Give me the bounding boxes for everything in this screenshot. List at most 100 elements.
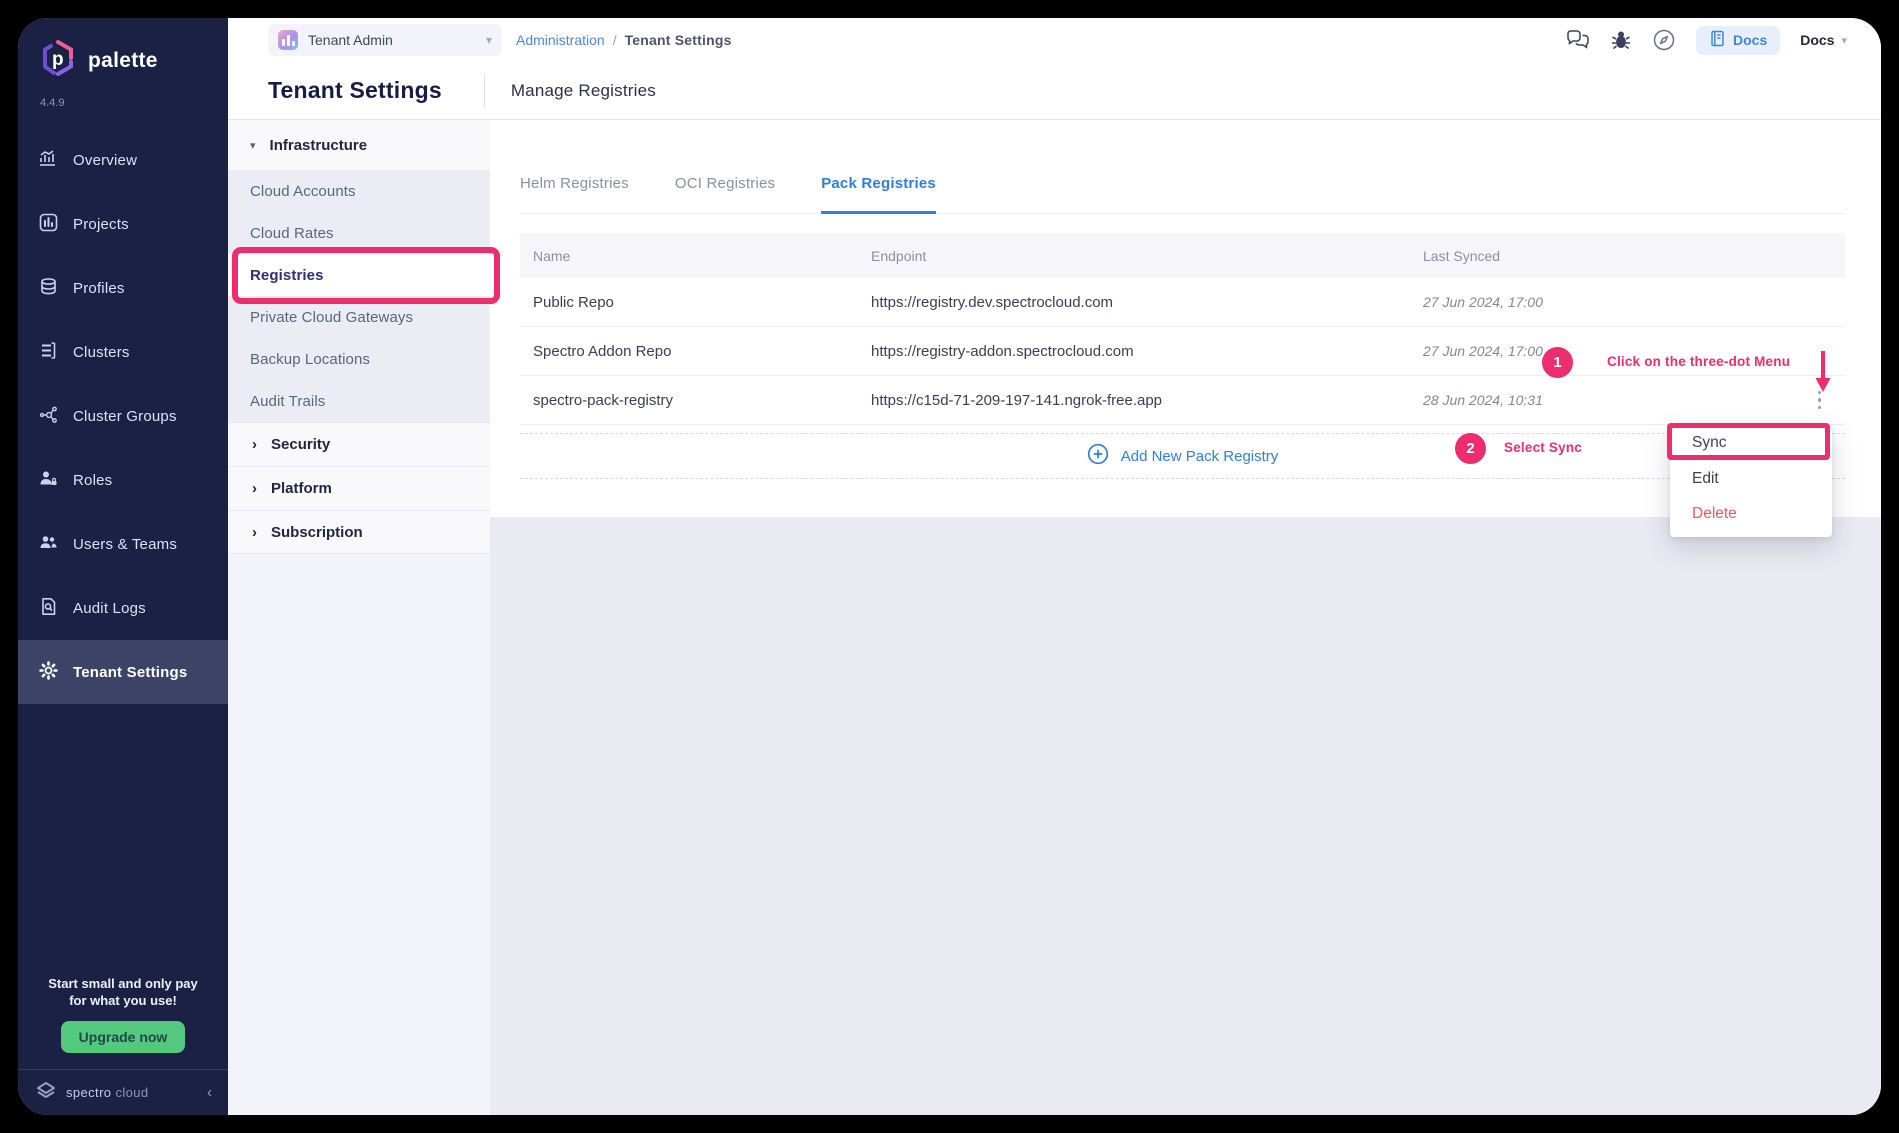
sidebar-item-tenant-settings[interactable]: Tenant Settings: [18, 640, 228, 704]
upgrade-now-button[interactable]: Upgrade now: [61, 1021, 186, 1053]
menu-item-sync[interactable]: Sync: [1670, 424, 1832, 461]
promo-line1: Start small and only pay: [18, 975, 228, 992]
clusters-icon: [39, 341, 58, 364]
sidebar-nav: Overview Projects Profiles Clusters Clus…: [18, 128, 228, 704]
section-security[interactable]: › Security: [228, 422, 490, 466]
promo-line2: for what you use!: [18, 992, 228, 1009]
annotation-step2-text: Select Sync: [1504, 440, 1582, 455]
settings-item-private-cloud-gateways[interactable]: Private Cloud Gateways: [228, 296, 490, 338]
section-label: Subscription: [271, 524, 363, 541]
tab-oci-registries[interactable]: OCI Registries: [675, 175, 775, 213]
sidebar-item-label: Roles: [73, 472, 112, 489]
page-title: Tenant Settings: [268, 77, 442, 104]
cell-name: spectro-pack-registry: [520, 392, 858, 409]
sidebar-item-users-teams[interactable]: Users & Teams: [18, 512, 228, 576]
docs-dropdown-label: Docs: [1800, 32, 1834, 48]
chevron-down-icon: ▾: [1841, 34, 1847, 47]
docs-button-label: Docs: [1733, 32, 1767, 48]
sidebar-item-label: Audit Logs: [73, 600, 146, 617]
project-scope-selector[interactable]: Tenant Admin ▾: [268, 24, 502, 56]
table-header: Name Endpoint Last Synced: [520, 233, 1845, 278]
sidebar-item-label: Profiles: [73, 280, 125, 297]
cell-name: Spectro Addon Repo: [520, 343, 858, 360]
projects-icon: [39, 213, 58, 236]
sidebar-item-label: Clusters: [73, 344, 130, 361]
sidebar-item-cluster-groups[interactable]: Cluster Groups: [18, 384, 228, 448]
section-subscription[interactable]: › Subscription: [228, 510, 490, 554]
settings-item-backup-locations[interactable]: Backup Locations: [228, 338, 490, 380]
gear-icon: [39, 661, 58, 684]
annotation-step1-badge: 1: [1542, 347, 1573, 378]
sidebar-item-audit-logs[interactable]: Audit Logs: [18, 576, 228, 640]
cell-name: Public Repo: [520, 294, 858, 311]
table-row[interactable]: Public Repo https://registry.dev.spectro…: [520, 278, 1845, 327]
primary-sidebar: p palette 4.4.9 Overview Projects Profil…: [18, 18, 228, 1115]
brand-name: palette: [88, 49, 158, 73]
settings-item-cloud-rates[interactable]: Cloud Rates: [228, 212, 490, 254]
chevron-right-icon: ›: [252, 436, 257, 453]
tab-helm-registries[interactable]: Helm Registries: [520, 175, 629, 213]
main-content: Helm Registries OCI Registries Pack Regi…: [490, 120, 1881, 1115]
settings-item-registries[interactable]: Registries: [228, 254, 490, 296]
app-window: p palette 4.4.9 Overview Projects Profil…: [18, 18, 1881, 1115]
spectro-cloud-wordmark: spectro cloud: [66, 1085, 149, 1100]
row-context-menu: Sync Edit Delete: [1670, 424, 1832, 537]
plus-circle-icon: [1087, 443, 1109, 469]
section-label: Security: [271, 436, 330, 453]
add-button-label: Add New Pack Registry: [1121, 448, 1279, 465]
sidebar-item-label: Users & Teams: [73, 536, 177, 553]
svg-text:p: p: [52, 49, 64, 70]
screenshot-frame: p palette 4.4.9 Overview Projects Profil…: [0, 0, 1899, 1133]
cluster-groups-icon: [39, 405, 58, 428]
sidebar-item-overview[interactable]: Overview: [18, 128, 228, 192]
settings-item-audit-trails[interactable]: Audit Trails: [228, 380, 490, 422]
section-infrastructure[interactable]: ▾ Infrastructure: [228, 120, 490, 170]
tenant-admin-icon: [278, 30, 298, 50]
annotation-step2-badge: 2: [1455, 433, 1486, 464]
cell-endpoint: https://c15d-71-209-197-141.ngrok-free.a…: [858, 392, 1410, 409]
docs-dropdown[interactable]: Docs ▾: [1800, 32, 1847, 48]
collapse-sidebar-icon[interactable]: ‹: [207, 1084, 212, 1101]
chevron-down-icon: ▾: [250, 139, 256, 152]
breadcrumb-administration[interactable]: Administration: [516, 32, 605, 48]
users-teams-icon: [39, 533, 58, 556]
menu-item-edit[interactable]: Edit: [1670, 461, 1832, 496]
cell-last-synced: 27 Jun 2024, 17:00: [1410, 294, 1697, 310]
roles-icon: [39, 469, 58, 492]
settings-item-cloud-accounts[interactable]: Cloud Accounts: [228, 170, 490, 212]
annotation-step1-text: Click on the three-dot Menu: [1607, 354, 1790, 369]
add-new-pack-registry-button[interactable]: Add New Pack Registry: [520, 433, 1845, 479]
title-row: Tenant Settings Manage Registries: [228, 62, 1881, 120]
feedback-chat-icon[interactable]: [1566, 30, 1590, 50]
page-subtitle: Manage Registries: [511, 81, 656, 101]
profiles-icon: [39, 277, 58, 300]
breadcrumb-current: Tenant Settings: [625, 32, 732, 48]
menu-item-delete[interactable]: Delete: [1670, 496, 1832, 531]
column-endpoint: Endpoint: [858, 248, 1410, 264]
brand-logo: p palette: [18, 18, 228, 83]
title-divider: [484, 74, 485, 108]
sidebar-item-label: Tenant Settings: [73, 664, 187, 681]
bug-report-icon[interactable]: [1610, 29, 1632, 51]
section-platform[interactable]: › Platform: [228, 466, 490, 510]
sidebar-item-clusters[interactable]: Clusters: [18, 320, 228, 384]
sidebar-item-label: Cluster Groups: [73, 408, 177, 425]
tab-pack-registries[interactable]: Pack Registries: [821, 175, 936, 214]
registry-tabs: Helm Registries OCI Registries Pack Regi…: [520, 120, 1845, 214]
annotation-arrow-down-icon: [1814, 351, 1832, 398]
compass-icon[interactable]: [1652, 28, 1676, 52]
cell-endpoint: https://registry.dev.spectrocloud.com: [858, 294, 1410, 311]
upgrade-promo: Start small and only pay for what you us…: [18, 975, 228, 1053]
sidebar-item-profiles[interactable]: Profiles: [18, 256, 228, 320]
column-name: Name: [520, 248, 858, 264]
table-row[interactable]: spectro-pack-registry https://c15d-71-20…: [520, 376, 1845, 425]
topbar-actions: Docs Docs ▾: [1566, 26, 1881, 55]
docs-button[interactable]: Docs: [1696, 26, 1780, 55]
chevron-right-icon: ›: [252, 480, 257, 497]
book-icon: [1709, 30, 1726, 50]
sidebar-item-roles[interactable]: Roles: [18, 448, 228, 512]
breadcrumb-separator: /: [613, 32, 617, 48]
section-label: Platform: [271, 480, 332, 497]
sidebar-item-label: Overview: [73, 152, 137, 169]
sidebar-item-projects[interactable]: Projects: [18, 192, 228, 256]
